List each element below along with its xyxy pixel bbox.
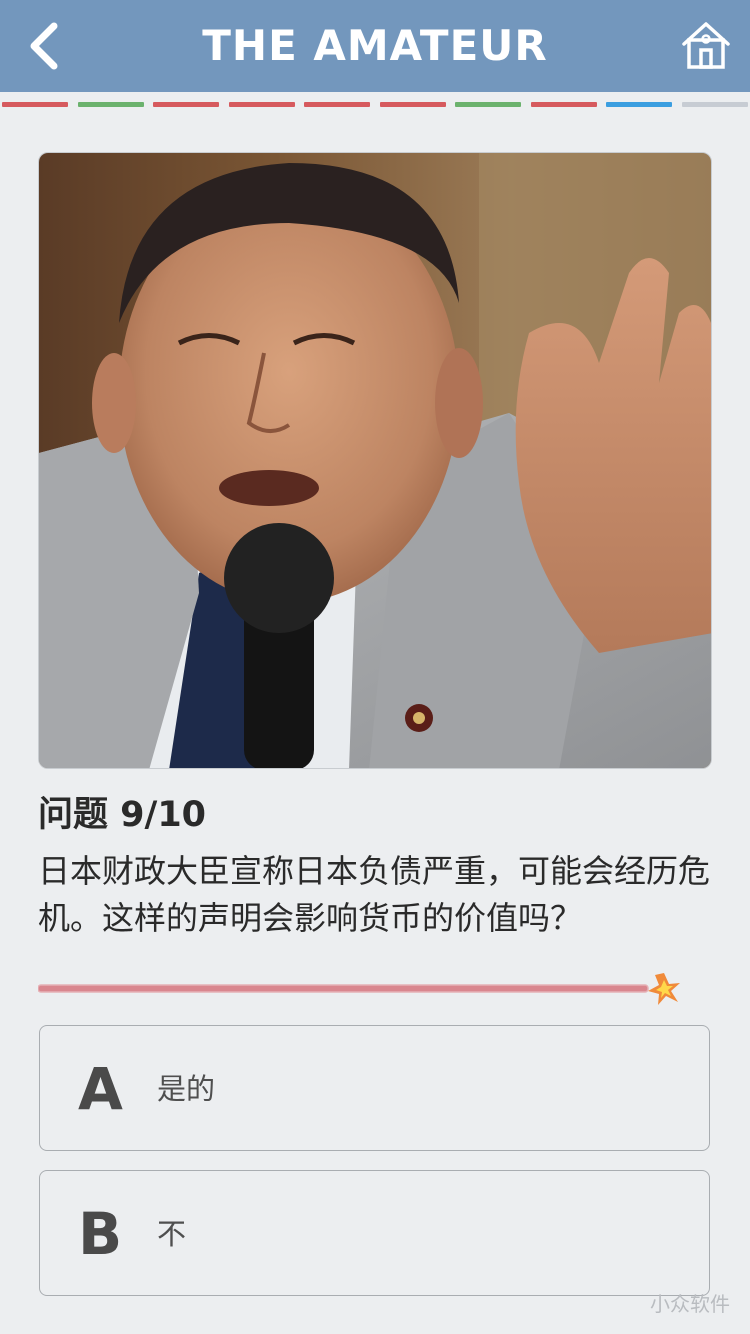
progress-segment-3 (153, 102, 219, 107)
question-number: 问题 9/10 (38, 795, 207, 835)
app-title: THE AMATEUR (202, 21, 548, 70)
option-b-button[interactable]: B 不 (39, 1170, 710, 1296)
back-button[interactable] (18, 16, 74, 76)
chevron-left-icon (30, 22, 58, 70)
header-bar: THE AMATEUR (0, 0, 750, 92)
option-text: 不 (157, 1217, 187, 1251)
timer-bar (37, 970, 688, 1010)
option-letter: A (78, 1055, 123, 1123)
home-button[interactable] (680, 20, 732, 72)
watermark: 小众软件 (650, 1292, 730, 1316)
progress-segment-10 (681, 102, 748, 107)
progress-segment-4 (228, 102, 295, 107)
progress-segment-6 (379, 102, 446, 107)
quiz-screen: THE AMATEUR 问题 9/10 日本财政大臣宣称日本负债严重，可能会经历… (0, 0, 750, 1334)
progress-segment-8 (530, 102, 597, 107)
progress-segment-1 (2, 102, 68, 107)
spark-icon (648, 973, 680, 1005)
progress-segment-9 (606, 102, 672, 107)
progress-segment-7 (455, 102, 521, 107)
option-a-button[interactable]: A 是的 (39, 1025, 710, 1151)
home-icon (682, 22, 730, 69)
question-text: 日本财政大臣宣称日本负债严重，可能会经历危机。这样的声明会影响货币的价值吗？ (38, 852, 711, 937)
question-photo (38, 152, 712, 769)
option-text: 是的 (157, 1072, 216, 1106)
progress-segment-5 (304, 102, 370, 107)
question-progress (0, 102, 750, 108)
option-letter: B (78, 1200, 123, 1268)
progress-segment-2 (77, 102, 144, 107)
